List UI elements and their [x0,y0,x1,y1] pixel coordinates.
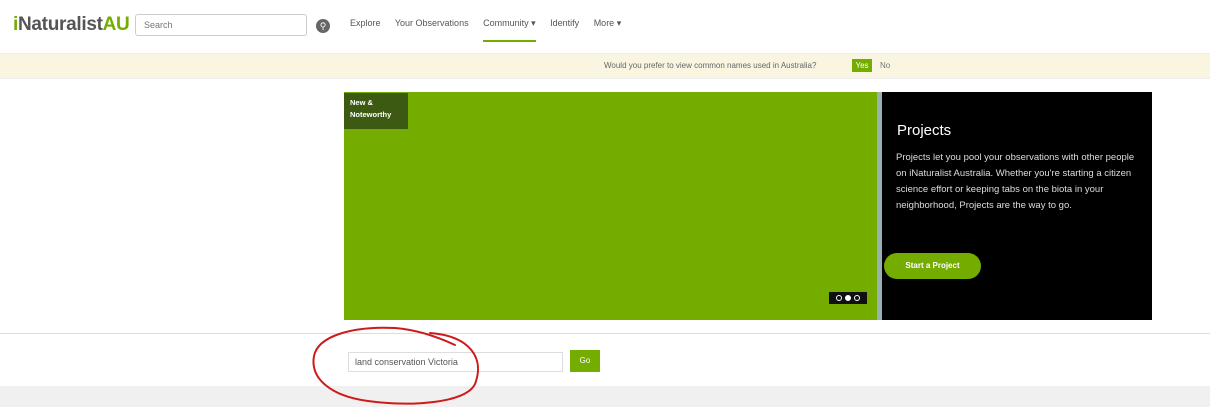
notice-text: Would you prefer to view common names us… [604,61,817,70]
project-search-input[interactable]: land conservation Victoria [348,352,563,372]
carousel-dot-active[interactable] [845,295,851,301]
search-icon[interactable]: ⚲ [316,19,330,33]
projects-title: Projects [897,122,952,139]
nav-more[interactable]: More ▾ [594,18,622,28]
search-input[interactable] [135,14,307,36]
nav-your-observations[interactable]: Your Observations [395,18,469,28]
bottom-bar [0,386,1210,407]
carousel-dots [829,292,867,304]
carousel-dot[interactable] [836,295,842,301]
projects-description: Projects let you pool your observations … [896,152,1135,212]
nav-explore[interactable]: Explore [350,18,381,28]
inaturalist-au-logo[interactable]: iNaturalistAU [13,14,130,36]
notice-yes-button[interactable]: Yes [852,59,872,72]
carousel-dot[interactable] [854,295,860,301]
project-search-go-button[interactable]: Go [570,350,600,372]
start-project-button[interactable]: Start a Project [884,253,981,279]
section-divider [0,333,1210,334]
logo-suffix: AU [102,14,130,35]
nav-community[interactable]: Community ▾ [483,18,536,42]
nav-identify[interactable]: Identify [550,18,579,28]
hero-image[interactable] [344,92,877,320]
top-header: iNaturalistAU ⚲ Explore Your Observation… [0,0,1210,52]
main-nav: Explore Your Observations Community ▾ Id… [350,18,633,42]
logo-name: Naturalist [17,14,103,35]
common-names-notice: Would you prefer to view common names us… [0,53,1210,79]
notice-no-button[interactable]: No [880,61,890,70]
hero-label: New & Noteworthy [344,93,408,129]
